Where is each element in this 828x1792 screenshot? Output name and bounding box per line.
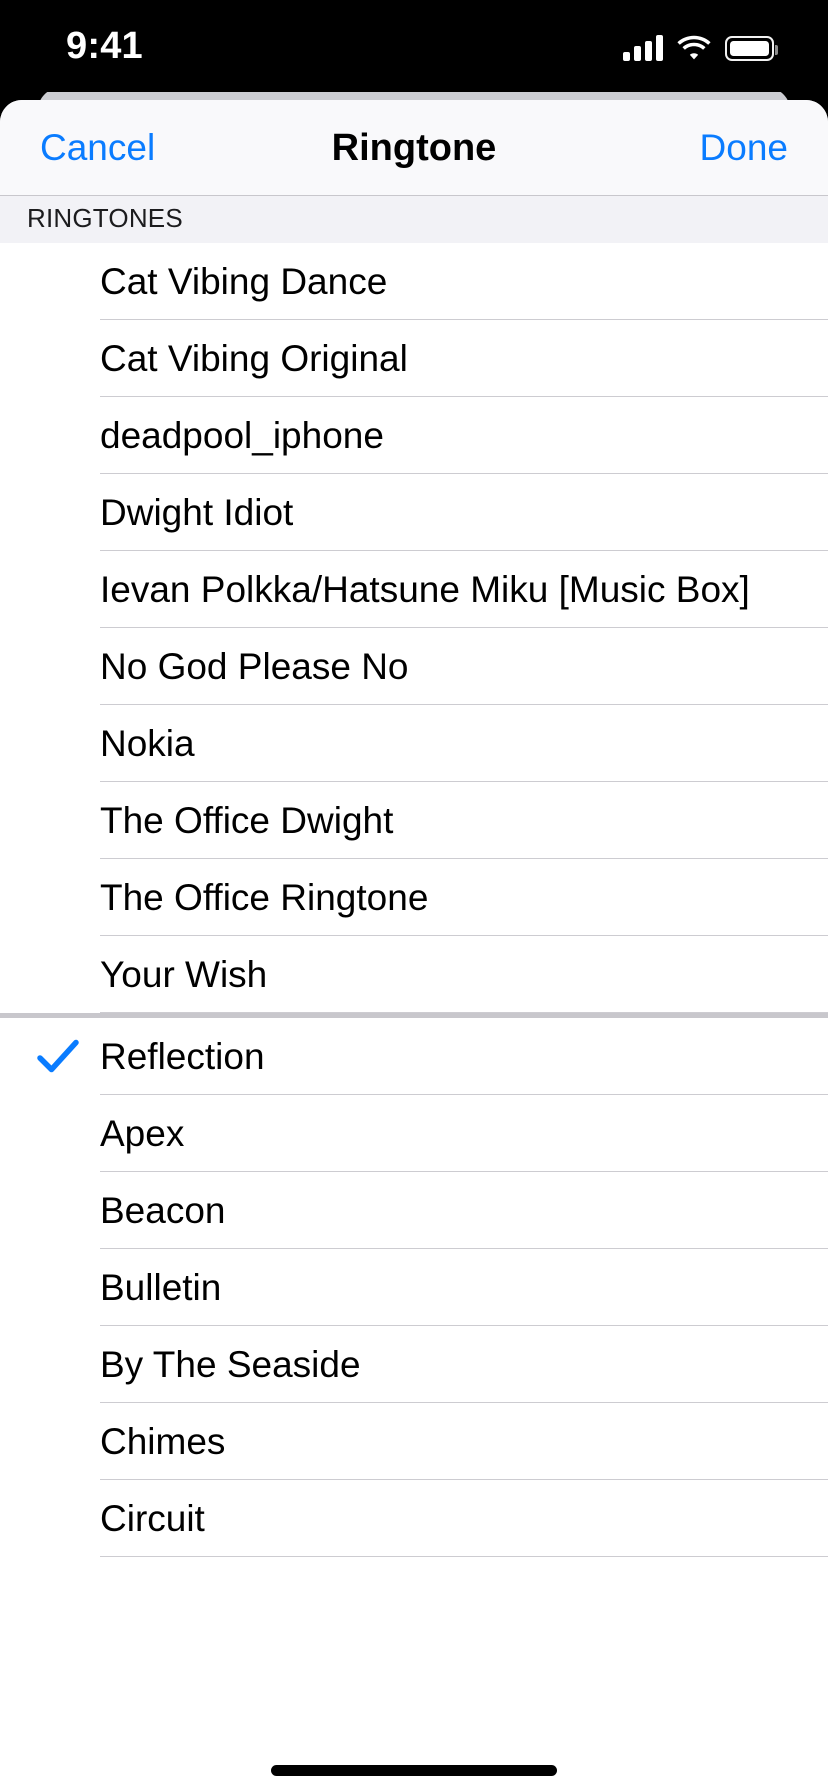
cellular-bars-icon [623,35,663,61]
ringtone-row[interactable]: The Office Ringtone [0,859,828,936]
ringtone-row[interactable]: Reflection [0,1018,828,1095]
ringtone-row[interactable]: No God Please No [0,628,828,705]
ringtone-label: Nokia [100,722,195,764]
ringtone-label: Beacon [100,1189,226,1231]
ringtone-row[interactable]: Beacon [0,1172,828,1249]
ringtone-label: Ievan Polkka/Hatsune Miku [Music Box] [100,568,750,610]
ringtone-row[interactable]: By The Seaside [0,1326,828,1403]
ringtone-row[interactable]: Bulletin [0,1249,828,1326]
ringtone-label: deadpool_iphone [100,414,384,456]
checkmark-icon [36,1035,80,1079]
ringtone-label: Circuit [100,1497,205,1539]
ringtone-label: Cat Vibing Dance [100,260,388,302]
home-indicator [271,1765,557,1776]
status-bar-icons [623,28,778,68]
ringtone-label: Bulletin [100,1266,222,1308]
status-bar: 9:41 [0,0,828,92]
done-button[interactable]: Done [698,120,790,176]
section-header-ringtones: RINGTONES [0,196,828,243]
ringtone-label: Dwight Idiot [100,491,294,533]
ringtone-label: Reflection [100,1035,265,1077]
cancel-button[interactable]: Cancel [38,120,157,176]
ringtone-group: Cat Vibing Dance Cat Vibing Original deadp… [0,243,828,1013]
navigation-bar: Cancel Ringtone Done [0,100,828,196]
ringtone-row[interactable]: Ievan Polkka/Hatsune Miku [Music Box] [0,551,828,628]
ringtone-row[interactable]: Nokia [0,705,828,782]
ringtone-row[interactable]: Chimes [0,1403,828,1480]
status-bar-time: 9:41 [66,25,143,67]
ringtone-label: By The Seaside [100,1343,361,1385]
ringtone-label: The Office Ringtone [100,876,429,918]
ringtone-label: Apex [100,1112,185,1154]
battery-full-icon [725,35,778,61]
ringtone-label: Chimes [100,1420,226,1462]
ringtone-row[interactable]: Apex [0,1095,828,1172]
ringtone-label: Cat Vibing Original [100,337,408,379]
ringtone-row[interactable]: Dwight Idiot [0,474,828,551]
ringtone-row[interactable]: Cat Vibing Original [0,320,828,397]
iphone-screen: 9:41 Cancel Ringtone Done RINGTONES Cat V… [0,0,828,1792]
ringtone-label: Your Wish [100,953,268,995]
ringtone-row[interactable]: The Office Dwight [0,782,828,859]
ringtone-row[interactable]: Circuit [0,1480,828,1557]
ringtone-row[interactable]: Cat Vibing Dance [0,243,828,320]
ringtone-label: The Office Dwight [100,799,394,841]
ringtone-group: Reflection Apex Beacon Bulletin By The Seasi… [0,1018,828,1557]
ringtone-list[interactable]: RINGTONES Cat Vibing Dance Cat Vibing Orig… [0,196,828,1557]
ringtone-row[interactable]: Your Wish [0,936,828,1013]
ringtone-row[interactable]: deadpool_iphone [0,397,828,474]
ringtone-picker-sheet: Cancel Ringtone Done RINGTONES Cat Vibing… [0,100,828,1792]
ringtone-label: No God Please No [100,645,409,687]
wifi-icon [677,35,711,61]
